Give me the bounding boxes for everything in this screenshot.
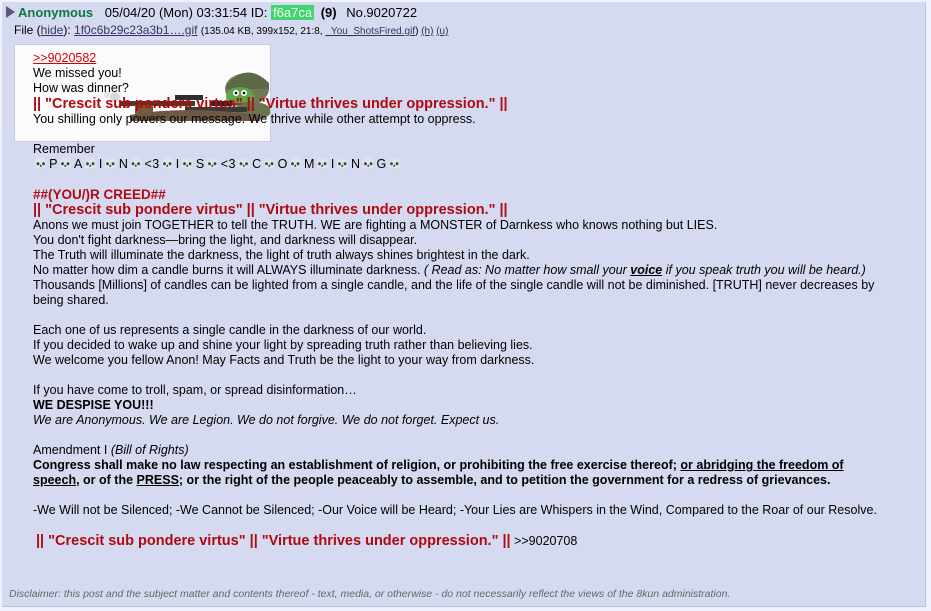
file-meta-close: ) — [415, 26, 419, 37]
motto-heading: || "Crescit sub pondere virtus" || "Virt… — [33, 202, 508, 218]
amendment-part: , or of the — [76, 473, 134, 487]
body-line: If you have come to troll, spam, or spre… — [33, 383, 357, 397]
body-line: Thousands [Millions] of candles can be l… — [33, 278, 875, 307]
body-line: You don't fight darkness—bring the light… — [33, 233, 418, 247]
expand-triangle-icon[interactable] — [6, 6, 15, 18]
post-header: Anonymous 05/04/20 (Mon) 03:31:54 ID: f6… — [6, 5, 417, 20]
poster-name: Anonymous — [18, 5, 94, 20]
file-info: File (hide): 1f0c6b29c23a3b1….gif (135.0… — [14, 23, 448, 37]
bill-of-rights: (Bill of Rights) — [110, 443, 189, 457]
closing-quote-link[interactable]: >>9020708 — [514, 534, 577, 548]
original-filename-link[interactable]: _You_ShotsFired.gif — [325, 26, 415, 37]
id-label: ID: — [250, 5, 268, 20]
amendment-label: Amendment I — [33, 443, 108, 457]
candle-text: No matter how dim a candle burns it will… — [33, 263, 421, 277]
file-sep: ): — [63, 23, 71, 37]
amendment-part: ; or the right of the people peaceably t… — [178, 473, 831, 487]
body-line: Each one of us represents a single candl… — [33, 323, 427, 337]
poster-id-badge[interactable]: f6a7ca — [271, 5, 315, 20]
file-label: File ( — [14, 23, 41, 37]
reply-count: (9) — [320, 5, 337, 20]
amendment-text: Congress shall make no law respecting an… — [33, 458, 893, 488]
body-line: We welcome you fellow Anon! May Facts an… — [33, 353, 535, 367]
closing-line: || "Crescit sub pondere virtus" || "Virt… — [36, 533, 893, 549]
anonymous-line: We are Anonymous. We are Legion. We do n… — [33, 413, 500, 427]
hide-file-link[interactable]: hide — [41, 23, 64, 37]
post-container: Anonymous 05/04/20 (Mon) 03:31:54 ID: f6… — [2, 2, 926, 607]
body-line: The Truth will illuminate the darkness, … — [33, 248, 530, 262]
motto-heading: || "Crescit sub pondere virtus" || "Virt… — [33, 96, 508, 112]
body-line: How was dinner? — [33, 81, 129, 95]
press-word: PRESS — [136, 473, 179, 487]
paining-line: 💀P💀A💀I💀N💀<3💀I💀S💀<3💀C💀O💀M💀I💀N💀G💀 — [33, 157, 403, 171]
resolve-line: -We Will not be Silenced; -We Cannot be … — [33, 503, 877, 517]
file-name-link[interactable]: 1f0c6b29c23a3b1….gif — [74, 23, 197, 37]
post-date: 05/04/20 (Mon) 03:31:54 — [104, 5, 248, 20]
voice-word: voice — [630, 263, 663, 277]
body-line: You shilling only powers our message. We… — [33, 112, 476, 126]
amendment-part: Congress shall make no law respecting an… — [33, 458, 677, 472]
image-search-u-link[interactable]: (u) — [436, 26, 448, 37]
file-meta-text: (135.04 KB, 399x152, 21:8, — [200, 26, 323, 37]
disclaimer: Disclaimer: this post and the subject ma… — [9, 588, 731, 600]
creed-heading: ##(YOU/)R CREED## — [33, 187, 166, 202]
amendment-title: Amendment I (Bill of Rights) — [33, 443, 893, 458]
quote-link[interactable]: >>9020582 — [33, 51, 96, 65]
motto-heading: || "Crescit sub pondere virtus" || "Virt… — [36, 533, 511, 549]
file-meta: (135.04 KB, 399x152, 21:8, _You_ShotsFir… — [201, 26, 449, 37]
candle-paragraph: No matter how dim a candle burns it will… — [33, 263, 893, 278]
body-line: If you decided to wake up and shine your… — [33, 338, 533, 352]
body-line: We missed you! — [33, 66, 122, 80]
despise-line: WE DESPISE YOU!!! — [33, 398, 154, 412]
image-search-h-link[interactable]: (h) — [421, 26, 433, 37]
body-line: Anons we must join TOGETHER to tell the … — [33, 218, 718, 232]
post-number-link[interactable]: No.9020722 — [346, 5, 417, 20]
read-as-text: ( Read as: No matter how small your — [423, 263, 627, 277]
post-body: >>9020582 We missed you! How was dinner?… — [33, 51, 893, 549]
read-as-text-end: if you speak truth you will be heard.) — [665, 263, 866, 277]
remember-line: Remember — [33, 142, 95, 156]
